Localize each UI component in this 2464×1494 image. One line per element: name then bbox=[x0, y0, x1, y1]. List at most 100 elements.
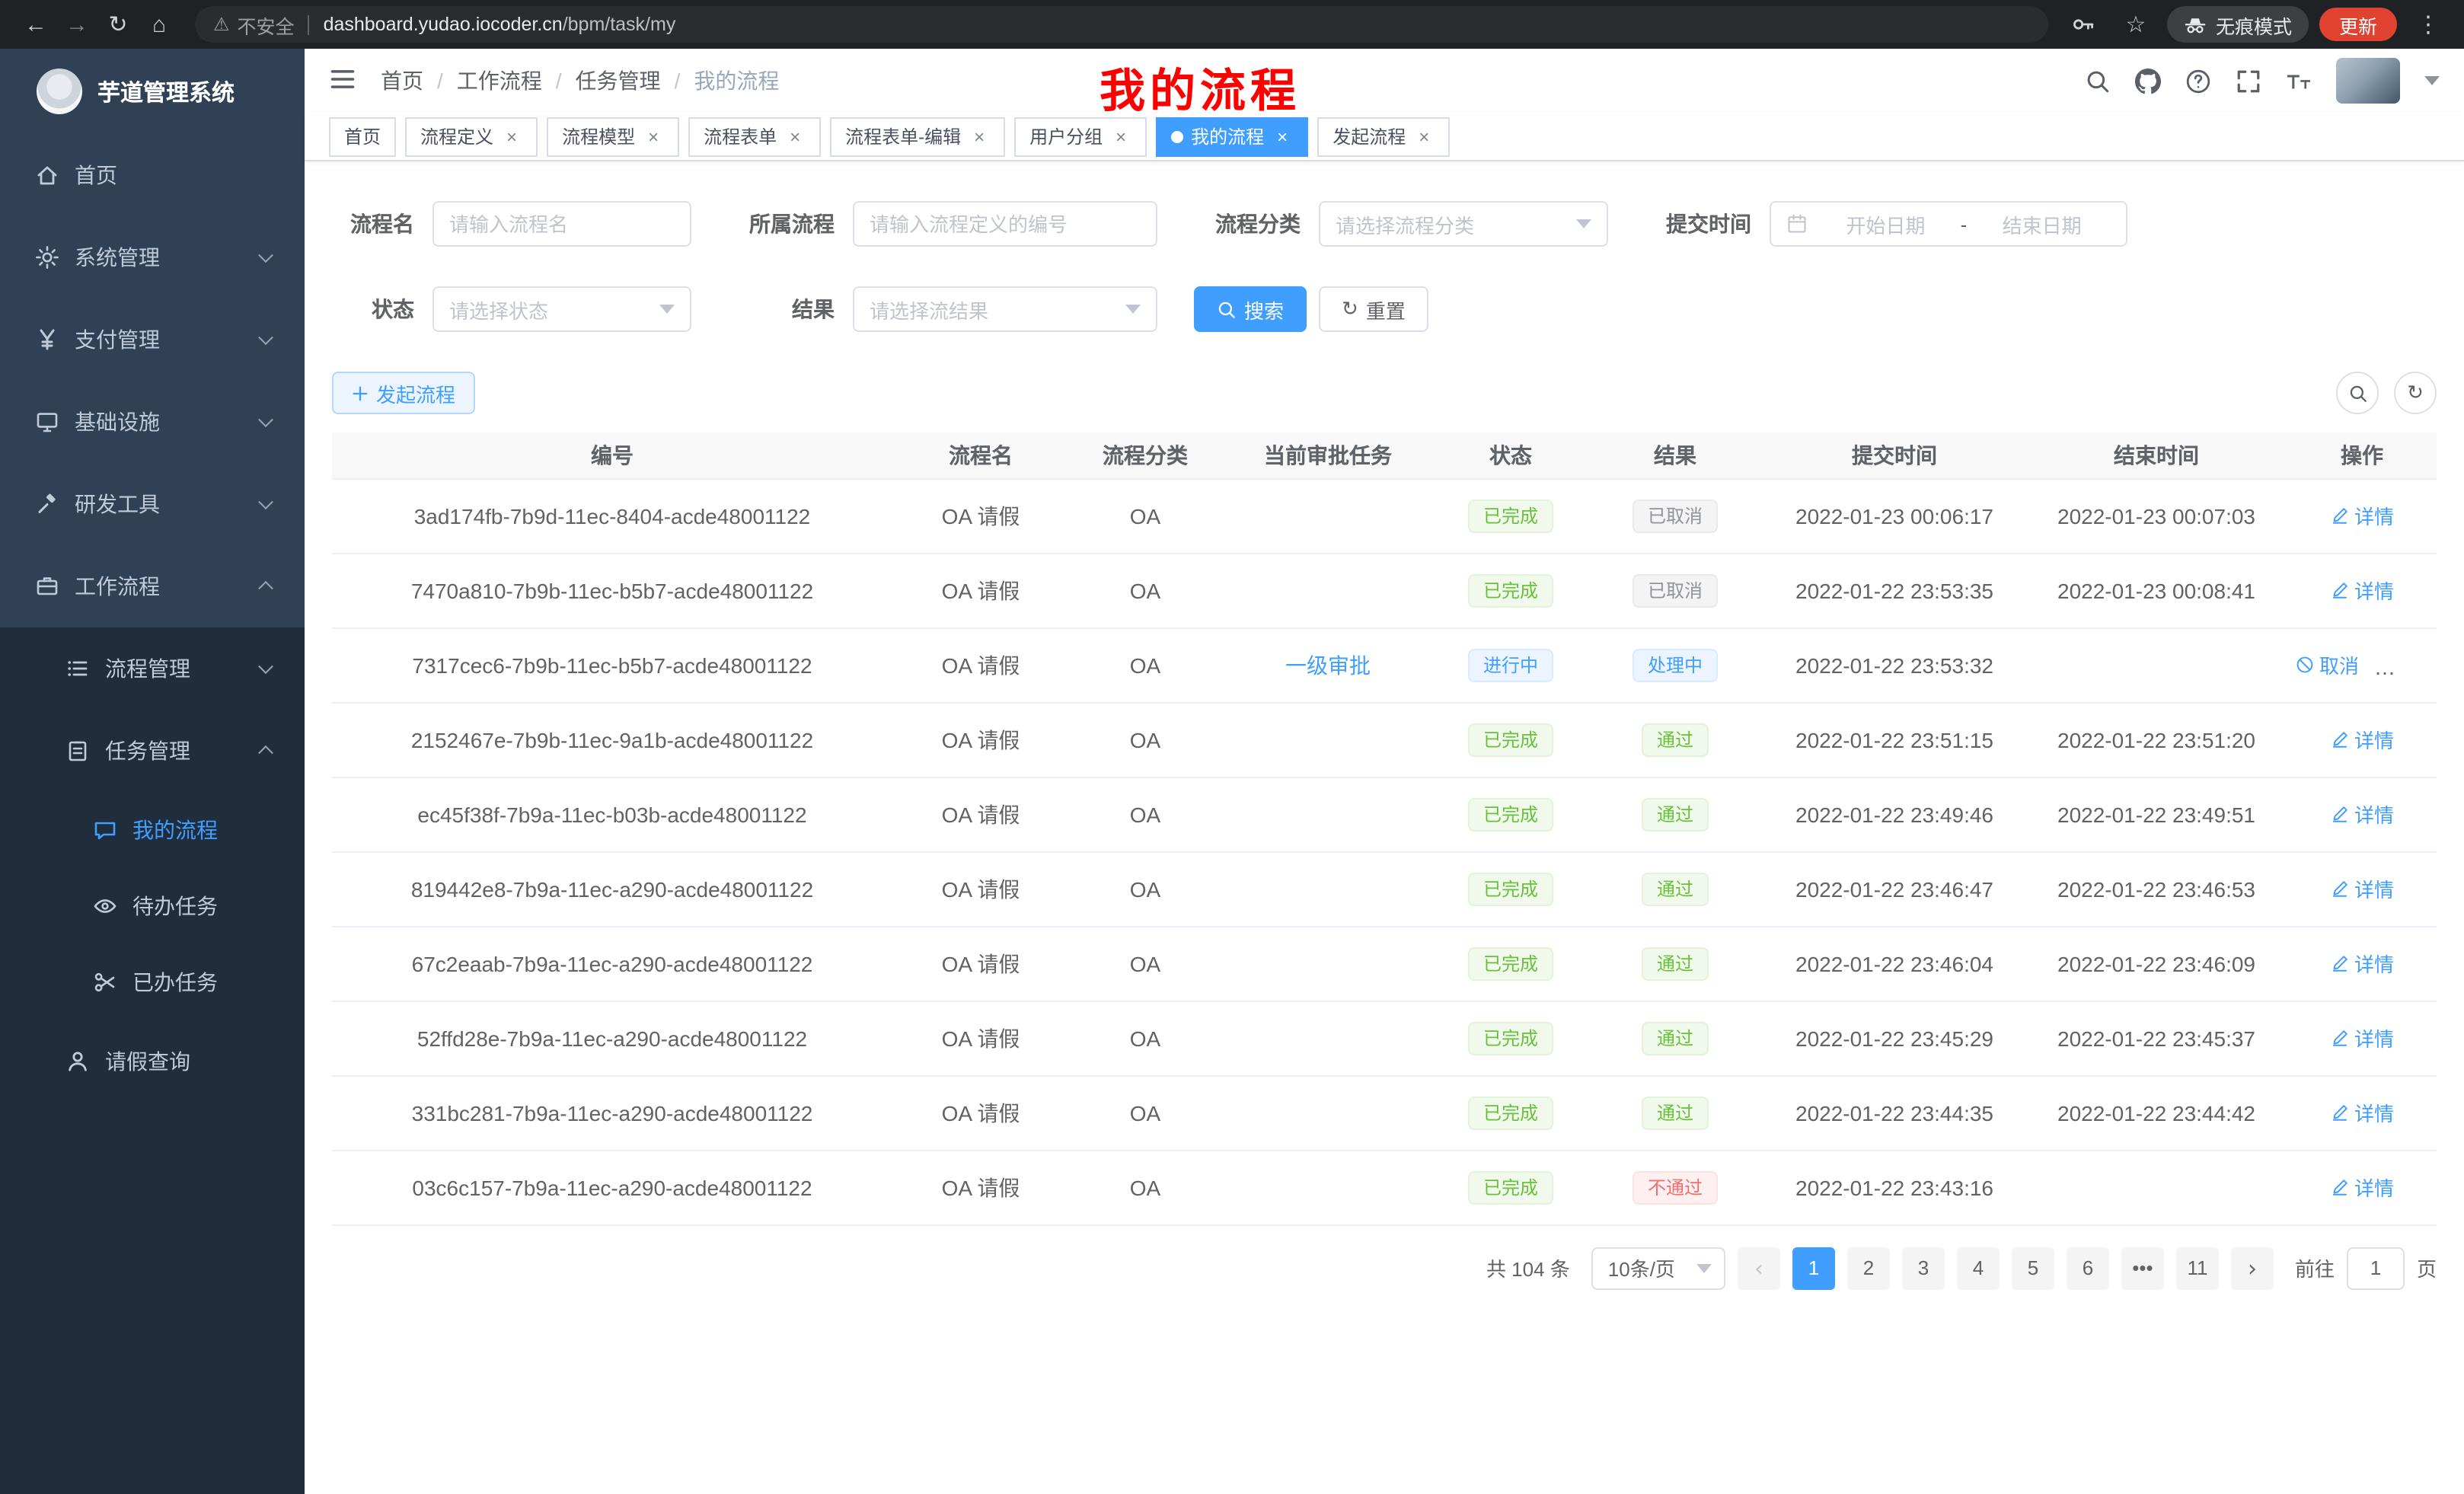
page-size-select[interactable]: 10条/页 bbox=[1591, 1247, 1725, 1289]
page-button-1[interactable]: 1 bbox=[1792, 1247, 1835, 1289]
url-domain: dashboard.yudao.iocoder.cn bbox=[324, 14, 563, 35]
tab-close-icon[interactable]: × bbox=[1110, 126, 1131, 147]
process-def-input[interactable] bbox=[853, 201, 1157, 247]
tab-process-form[interactable]: 流程表单× bbox=[688, 117, 821, 156]
sidebar-item-todo-task[interactable]: 待办任务 bbox=[0, 868, 305, 944]
process-table: 编号流程名流程分类当前审批任务状态结果提交时间结束时间操作 3ad174fb-7… bbox=[332, 433, 2437, 1225]
page-button-6[interactable]: 6 bbox=[2067, 1247, 2109, 1289]
address-bar[interactable]: ⚠ 不安全 dashboard.yudao.iocoder.cn/bpm/tas… bbox=[195, 6, 2048, 43]
tab-close-icon[interactable]: × bbox=[784, 126, 806, 147]
breadcrumb-item[interactable]: 工作流程 bbox=[457, 65, 542, 96]
table-row: ec45f38f-7b9a-11ec-b03b-acde48001122OA 请… bbox=[332, 777, 2437, 851]
avatar[interactable] bbox=[2336, 58, 2400, 104]
tab-close-icon[interactable]: × bbox=[643, 126, 664, 147]
tab-process-model[interactable]: 流程模型× bbox=[547, 117, 679, 156]
detail-link[interactable]: 详情 bbox=[2330, 576, 2394, 605]
tab-close-icon[interactable]: × bbox=[1272, 126, 1293, 147]
github-icon[interactable] bbox=[2135, 68, 2161, 94]
cell-process-name: OA 请假 bbox=[892, 627, 1069, 702]
page-button-11[interactable]: 11 bbox=[2176, 1247, 2219, 1289]
detail-link[interactable]: 详情 bbox=[2330, 1023, 2394, 1052]
status-select[interactable]: 请选择状态 bbox=[432, 286, 691, 332]
sidebar-item-workflow[interactable]: 工作流程 bbox=[0, 545, 305, 627]
tab-process-form-edit[interactable]: 流程表单-编辑× bbox=[830, 117, 1005, 156]
detail-link[interactable]: 详情 bbox=[2330, 949, 2394, 978]
current-task-link[interactable]: 一级审批 bbox=[1285, 653, 1371, 677]
tab-close-icon[interactable]: × bbox=[1413, 126, 1435, 147]
create-process-button[interactable]: 发起流程 bbox=[332, 372, 475, 414]
sidebar-item-home[interactable]: 首页 bbox=[0, 134, 305, 216]
table-refresh-button[interactable]: ↻ bbox=[2394, 372, 2437, 414]
cell-process-name: OA 请假 bbox=[892, 478, 1069, 553]
detail-link[interactable]: 详情 bbox=[2330, 1098, 2394, 1127]
update-button[interactable]: 更新 bbox=[2319, 8, 2397, 41]
menu-fold-icon[interactable] bbox=[329, 65, 359, 96]
cancel-link[interactable]: 取消 bbox=[2295, 650, 2359, 679]
back-icon[interactable]: ← bbox=[15, 4, 56, 45]
detail-link[interactable]: 详情 bbox=[2330, 800, 2394, 828]
chevron-down-icon[interactable] bbox=[2424, 76, 2440, 85]
forward-icon[interactable]: → bbox=[56, 4, 97, 45]
tab-home[interactable]: 首页 bbox=[329, 117, 396, 156]
font-size-icon[interactable] bbox=[2286, 68, 2312, 94]
table-search-button[interactable] bbox=[2336, 372, 2379, 414]
sidebar-item-system[interactable]: 系统管理 bbox=[0, 216, 305, 298]
result-select[interactable]: 请选择流结果 bbox=[853, 286, 1157, 332]
sidebar-item-label: 首页 bbox=[75, 160, 117, 190]
cell-current-task bbox=[1221, 1001, 1435, 1075]
next-page-button[interactable]: › bbox=[2231, 1247, 2274, 1289]
breadcrumb-item[interactable]: 任务管理 bbox=[576, 65, 661, 96]
category-select[interactable]: 请选择流程分类 bbox=[1319, 201, 1608, 247]
tab-close-icon[interactable]: × bbox=[501, 126, 522, 147]
sidebar-item-my-process[interactable]: 我的流程 bbox=[0, 792, 305, 868]
tab-process-def[interactable]: 流程定义× bbox=[405, 117, 538, 156]
detail-link[interactable]: 详情 bbox=[2330, 501, 2394, 530]
search-button[interactable]: 搜索 bbox=[1194, 286, 1307, 332]
app-title: 芋道管理系统 bbox=[97, 75, 235, 107]
sidebar-item-task-mgmt[interactable]: 任务管理 bbox=[0, 710, 305, 792]
reload-icon[interactable]: ↻ bbox=[97, 4, 139, 45]
tab-close-icon[interactable]: × bbox=[969, 126, 990, 147]
column-header: 流程名 bbox=[892, 433, 1069, 478]
submit-time-range[interactable]: 开始日期 - 结束日期 bbox=[1770, 201, 2127, 247]
page-button-2[interactable]: 2 bbox=[1847, 1247, 1890, 1289]
sidebar-item-leave-query[interactable]: 请假查询 bbox=[0, 1020, 305, 1103]
sidebar-item-payment[interactable]: 支付管理 bbox=[0, 298, 305, 381]
result-tag: 处理中 bbox=[1633, 648, 1718, 682]
app-logo[interactable]: 芋道管理系统 bbox=[0, 49, 305, 134]
page-button-4[interactable]: 4 bbox=[1957, 1247, 2000, 1289]
sidebar-item-process-mgmt[interactable]: 流程管理 bbox=[0, 627, 305, 710]
tab-create-process[interactable]: 发起流程× bbox=[1317, 117, 1450, 156]
sidebar-item-devtools[interactable]: 研发工具 bbox=[0, 463, 305, 545]
fullscreen-icon[interactable] bbox=[2236, 68, 2261, 94]
search-icon[interactable] bbox=[2085, 68, 2111, 94]
tab-my-process[interactable]: 我的流程× bbox=[1156, 117, 1308, 156]
detail-link[interactable]: 详情 bbox=[2330, 874, 2394, 903]
reset-button[interactable]: ↻ 重置 bbox=[1319, 286, 1428, 332]
detail-link[interactable]: 详情 bbox=[2330, 725, 2394, 754]
table-row: 7317cec6-7b9b-11ec-b5b7-acde48001122OA 请… bbox=[332, 627, 2437, 702]
detail-link[interactable]: 详情 bbox=[2330, 1173, 2394, 1202]
more-pages-button[interactable]: ••• bbox=[2121, 1247, 2164, 1289]
breadcrumb-separator: / bbox=[675, 69, 681, 93]
key-icon[interactable] bbox=[2063, 4, 2105, 45]
page-button-5[interactable]: 5 bbox=[2012, 1247, 2054, 1289]
cell-category: OA bbox=[1069, 926, 1221, 1001]
prev-page-button[interactable]: ‹ bbox=[1738, 1247, 1780, 1289]
tab-user-group[interactable]: 用户分组× bbox=[1014, 117, 1147, 156]
sidebar-item-label: 待办任务 bbox=[132, 891, 218, 921]
goto-page-input[interactable] bbox=[2347, 1247, 2405, 1289]
breadcrumb-item[interactable]: 首页 bbox=[381, 65, 423, 96]
refresh-icon: ↻ bbox=[1342, 298, 1358, 321]
home-icon[interactable]: ⌂ bbox=[139, 4, 180, 45]
cell-current-task bbox=[1221, 851, 1435, 926]
process-name-input[interactable] bbox=[432, 201, 691, 247]
cell-current-task bbox=[1221, 1075, 1435, 1150]
result-tag: 通过 bbox=[1642, 1096, 1709, 1129]
help-icon[interactable] bbox=[2185, 68, 2211, 94]
page-button-3[interactable]: 3 bbox=[1902, 1247, 1945, 1289]
sidebar-item-infrastructure[interactable]: 基础设施 bbox=[0, 381, 305, 463]
sidebar-item-done-task[interactable]: 已办任务 bbox=[0, 944, 305, 1020]
menu-dots-icon[interactable]: ⋮ bbox=[2408, 4, 2449, 45]
star-icon[interactable]: ☆ bbox=[2115, 4, 2156, 45]
